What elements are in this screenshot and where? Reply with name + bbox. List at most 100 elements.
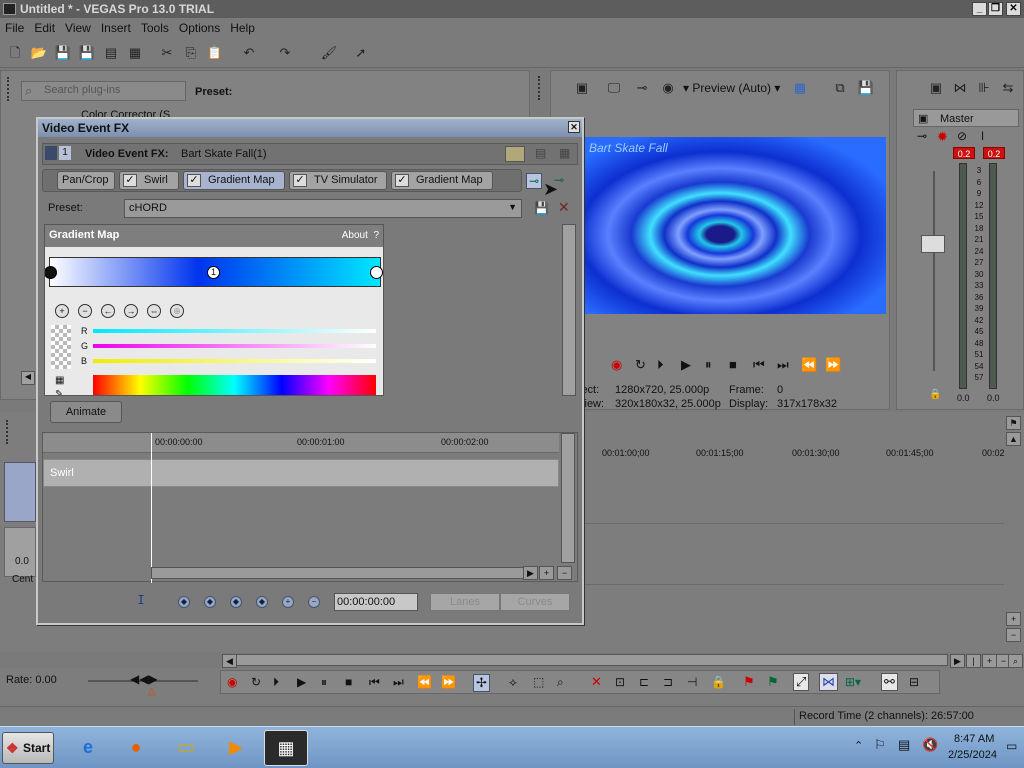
search-input[interactable]: ⌕ Search plug-ins [21,81,186,101]
start-button[interactable]: ❖ Start [2,732,54,764]
ignore-grouping-icon[interactable]: ⊟ [909,675,919,689]
menu-edit[interactable]: Edit [29,18,60,35]
prev-stop-icon[interactable]: ← [101,304,115,318]
record-icon[interactable]: ◉ [611,357,622,373]
hscroll-right-button[interactable]: ▶ [523,566,538,580]
auto-crossfade-icon[interactable]: ⋈ [819,673,838,691]
audio-track-lane[interactable] [584,525,1004,585]
sync-cursor-icon[interactable]: ⵊ [138,593,144,607]
rate-handle[interactable]: ◀◀▶ [130,672,158,686]
trim-end-icon[interactable]: ⊐ [663,675,673,689]
menu-tools[interactable]: Tools [136,18,174,35]
add-stop-icon[interactable]: + [55,304,69,318]
marker-icon[interactable]: ⚑ [1006,416,1021,430]
brush-icon[interactable]: 🖌 [320,44,338,62]
checkbox-icon[interactable]: ✓ [293,174,307,187]
delete-icon[interactable]: ✕ [591,674,602,690]
keyframe-hscroll[interactable] [151,567,527,579]
lanes-button[interactable]: Lanes [430,593,500,611]
trim-icon[interactable]: ⊡ [615,675,625,689]
ripple-edit-icon[interactable]: ⊞▾ [845,675,861,689]
keyframe-track[interactable]: Swirl [43,459,559,487]
split-icon[interactable]: ⊣ [687,675,697,689]
next-frame-icon[interactable]: ⏩ [825,357,841,373]
chain-pan-crop[interactable]: Pan/Crop [57,171,115,190]
show-hidden-icons[interactable]: ⌃ [854,739,863,752]
gradient-stop-end[interactable] [370,266,383,279]
preview-quality[interactable]: ▾ Preview (Auto) ▾ [683,81,780,95]
lock-envelopes-icon[interactable]: ⚯ [881,673,898,691]
stop-icon[interactable]: ■ [345,675,352,689]
copy-icon[interactable]: ⎘ [182,44,200,62]
palette-icon[interactable]: ▦ [55,375,64,386]
mixer-props-icon[interactable]: ▣ [927,79,945,97]
play-icon[interactable]: ▶ [297,675,306,689]
checkbox-icon[interactable]: ✓ [187,174,201,187]
play-from-start-icon[interactable]: ⏵ [657,357,664,373]
copy-snapshot-icon[interactable]: ⧉ [831,79,849,97]
delete-preset-icon[interactable]: ✕ [558,199,570,216]
plugin-chain-icon[interactable]: ⊸ [526,173,543,189]
peak-left[interactable]: 0.2 [953,147,975,159]
new-icon[interactable]: 🗋 [6,44,24,62]
prev-keyframe-icon[interactable]: ◆ [204,596,216,608]
lock-icon[interactable]: 🔒 [929,389,941,400]
firefox-icon[interactable]: ● [114,730,158,766]
arm-icon[interactable]: ✹ [937,129,948,145]
go-start-icon[interactable]: ⏮ [753,357,765,373]
save-preset-icon[interactable]: 💾 [534,201,549,215]
chain-swirl[interactable]: ✓ Swirl [119,171,179,190]
last-keyframe-icon[interactable]: ◆ [256,596,268,608]
save-icon[interactable]: 💾 [54,44,72,62]
pause-icon[interactable]: ⏸ [705,357,712,373]
mute-icon[interactable]: ⊘ [957,129,967,143]
normal-edit-tool-icon[interactable]: ✢ [473,674,490,692]
vegas-taskbar-icon[interactable]: ▦ [264,730,308,766]
first-keyframe-icon[interactable]: ◆ [178,596,190,608]
notification-icon[interactable]: ▭ [1006,739,1017,753]
color-spectrum[interactable] [93,375,376,395]
view-mode-3-icon[interactable]: ▦ [559,146,570,160]
undo-icon[interactable]: ↶ [240,44,258,62]
timeline-hscroll[interactable] [236,654,948,666]
save-snapshot-icon[interactable]: 💾 [857,79,875,97]
eyedropper-icon[interactable]: ✎ [55,389,63,395]
quality-icon[interactable]: ◉ [659,79,677,97]
gradient-bar[interactable]: 1 [45,257,383,287]
prev-frame-icon[interactable]: ⏪ [417,675,432,689]
split-icon[interactable]: ⊸ [633,79,651,97]
lock-icon[interactable]: 🔒 [711,675,726,689]
video-track-lane[interactable] [584,464,1004,524]
next-frame-icon[interactable]: ⏩ [441,675,456,689]
view-mode-1-icon[interactable] [505,146,525,162]
chain-tv-simulator[interactable]: ✓ TV Simulator [289,171,387,190]
remove-stop-icon[interactable]: − [78,304,92,318]
master-fader[interactable] [921,235,945,253]
paste-icon[interactable]: 📋 [206,44,224,62]
menu-help[interactable]: Help [225,18,260,35]
next-stop-icon[interactable]: → [124,304,138,318]
menu-file[interactable]: File [0,18,29,35]
go-start-icon[interactable]: ⏮ [369,675,380,690]
file-explorer-icon[interactable]: ▭ [164,730,208,766]
pause-icon[interactable]: ⏸ [321,675,327,690]
clock-time[interactable]: 8:47 AM [954,733,994,745]
zoom-in-time-button[interactable]: + [982,654,997,668]
play-icon[interactable]: ▶ [681,357,691,373]
gradient-stop-start[interactable] [45,266,57,279]
preview-props-icon[interactable]: ▣ [573,79,591,97]
redo-icon[interactable]: ↷ [276,44,294,62]
add-keyframe-icon[interactable]: + [282,596,294,608]
chain-gradient-map-2[interactable]: ✓ Gradient Map [391,171,493,190]
checkbox-icon[interactable]: ✓ [395,174,409,187]
mixer-fx-icon[interactable]: ⋈ [951,79,969,97]
network-icon[interactable]: ▤ [898,737,910,753]
timeline-bar-button[interactable]: | [966,654,981,668]
media-player-icon[interactable]: ▶ [214,730,258,766]
close-button[interactable]: ✕ [1006,2,1021,16]
peak-right[interactable]: 0.2 [983,147,1005,159]
channel-r-slider[interactable] [93,329,376,333]
preset-select[interactable]: cHORD ▼ [124,199,522,218]
track-header-video[interactable] [4,462,36,522]
marker-icon[interactable]: ⚑ [743,674,755,690]
